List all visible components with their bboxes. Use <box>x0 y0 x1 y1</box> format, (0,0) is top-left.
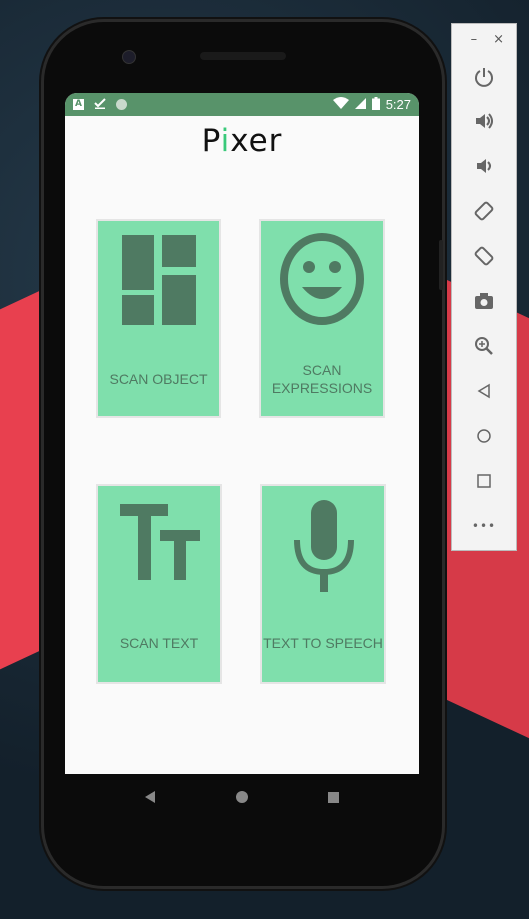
clock-time: 5:27 <box>385 97 411 112</box>
camera-icon[interactable] <box>452 286 516 316</box>
home-button[interactable] <box>235 791 248 803</box>
back-icon[interactable] <box>452 376 516 406</box>
smiley-face-icon <box>280 233 364 325</box>
zoom-icon[interactable] <box>452 331 516 361</box>
minimize-button[interactable]: – <box>471 32 478 47</box>
text-size-icon <box>120 504 200 580</box>
a-notification-icon: A <box>73 99 84 110</box>
title-rest: xer <box>230 123 283 159</box>
text-to-speech-card[interactable]: TEXT TO SPEECH <box>260 484 386 684</box>
dashboard-grid-icon <box>122 235 196 325</box>
volume-down-icon[interactable] <box>452 151 516 181</box>
scan-expressions-card[interactable]: SCAN EXPRESSIONS <box>259 219 385 418</box>
power-icon[interactable] <box>452 62 516 92</box>
title-letter-p: P <box>201 123 221 159</box>
navigation-bar <box>65 774 419 820</box>
emulator-toolbar: – × ••• <box>451 23 517 551</box>
title-letter-i: i <box>220 123 231 159</box>
scan-object-card[interactable]: SCAN OBJECT <box>96 219 221 418</box>
signal-icon <box>354 97 366 112</box>
home-icon[interactable] <box>452 421 516 451</box>
battery-icon <box>371 96 380 113</box>
text-to-speech-label: TEXT TO SPEECH <box>263 635 383 651</box>
scan-expressions-label: SCAN EXPRESSIONS <box>261 361 383 397</box>
volume-up-icon[interactable] <box>452 106 516 136</box>
wifi-icon <box>332 97 349 112</box>
scan-text-card[interactable]: SCAN TEXT <box>96 484 222 684</box>
power-side-button <box>439 240 443 290</box>
scan-expressions-label-line2: EXPRESSIONS <box>271 380 373 396</box>
rotate-left-icon[interactable] <box>452 196 516 226</box>
scan-expressions-label-line1: SCAN <box>302 362 342 378</box>
status-bar: A 5:27 <box>65 93 419 116</box>
more-icon[interactable]: ••• <box>452 511 516 541</box>
back-button[interactable] <box>145 791 156 803</box>
microphone-icon <box>294 500 354 592</box>
scan-text-label: SCAN TEXT <box>119 635 199 651</box>
overview-icon[interactable] <box>452 466 516 496</box>
recents-button[interactable] <box>327 791 339 803</box>
app-title: Pixer <box>65 123 419 159</box>
front-camera <box>122 50 136 64</box>
rotate-right-icon[interactable] <box>452 241 516 271</box>
scan-object-label: SCAN OBJECT <box>109 371 208 387</box>
close-button[interactable]: × <box>493 32 504 47</box>
circle-sync-icon <box>116 99 127 110</box>
check-download-icon <box>94 97 106 112</box>
earpiece-speaker <box>200 52 286 60</box>
app-screen: A 5:27 Pixer SCAN OBJECT SCAN EXPRESSION… <box>65 93 419 774</box>
